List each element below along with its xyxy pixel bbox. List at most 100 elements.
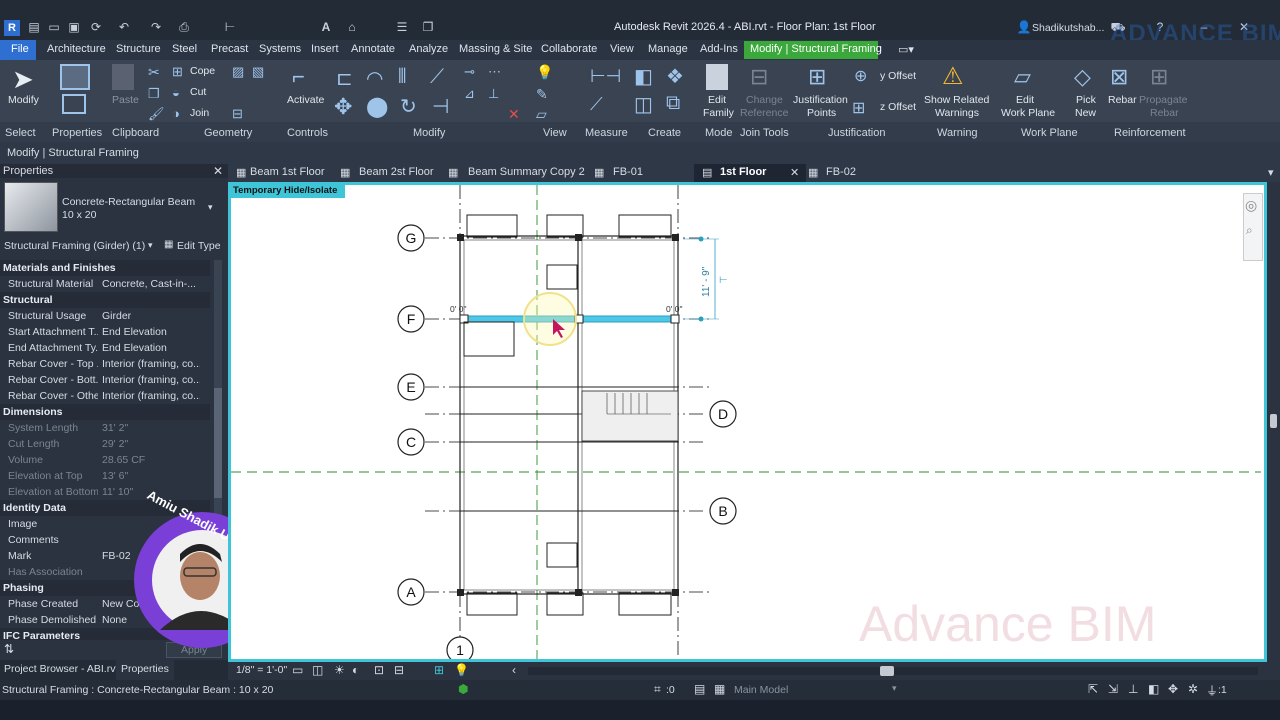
text-icon[interactable]: A [318, 20, 334, 34]
tab-steel[interactable]: Steel [172, 43, 197, 55]
scale-icon[interactable]: ⊿ [464, 86, 475, 102]
view-tab-1st-floor[interactable]: 1st Floor [720, 166, 766, 178]
prop-rebar-cover-top[interactable]: Rebar Cover - Top ... Interior (framing, … [0, 356, 210, 372]
justification-points-icon[interactable]: ⊞ [808, 64, 826, 90]
tab-structure[interactable]: Structure [116, 43, 161, 55]
instance-filter[interactable]: Structural Framing (Girder) (1) [4, 240, 145, 252]
type-properties-icon[interactable] [62, 94, 86, 114]
column[interactable] [457, 234, 464, 241]
prop-end-attachment[interactable]: End Attachment Ty... End Elevation [0, 340, 210, 356]
crop-view-icon[interactable]: ⊡ [374, 663, 384, 677]
view-tab-beam-1st-floor[interactable]: Beam 1st Floor [250, 166, 325, 178]
show-related-warnings-label-2[interactable]: Warnings [935, 107, 979, 119]
undo-icon[interactable]: ↶ [116, 20, 132, 34]
redo-icon[interactable]: ↷ [148, 20, 164, 34]
edit-work-plane-icon[interactable]: ▱ [1014, 64, 1031, 90]
section-dimensions[interactable]: Dimensions [0, 404, 210, 420]
temporary-hide-icon[interactable]: ⊞ [434, 663, 444, 677]
worksharing-icon[interactable]: ⬢ [458, 682, 468, 696]
warning-icon[interactable]: ⚠ [942, 62, 964, 91]
tab-modify-structural-framing-label[interactable]: Modify | Structural Framing [750, 43, 882, 55]
prop-value[interactable]: Interior (framing, co... [102, 390, 200, 402]
visual-style-icon[interactable]: ◫ [312, 663, 323, 677]
close-tab-icon[interactable]: ✕ [790, 166, 799, 179]
model-dropdown-icon[interactable]: ▾ [892, 683, 897, 694]
view-tab-fb-01[interactable]: FB-01 [613, 166, 643, 178]
prop-structural-material[interactable]: Structural Material Concrete, Cast-in-... [0, 276, 210, 292]
vertical-scrollbar[interactable] [1267, 182, 1280, 662]
steering-wheel-icon[interactable]: ◎ [1245, 197, 1257, 214]
y-offset-button[interactable]: y Offset [880, 70, 916, 82]
tab-architecture[interactable]: Architecture [47, 43, 106, 55]
filter-dropdown-icon[interactable]: ▾ [148, 240, 153, 251]
create-similar-icon[interactable]: ⧉ [666, 92, 680, 115]
create-assembly-icon[interactable]: ◫ [634, 92, 653, 117]
prop-value[interactable]: Interior (framing, co... [102, 374, 200, 386]
tab-view[interactable]: View [610, 43, 634, 55]
type-size[interactable]: 10 x 20 [62, 209, 96, 221]
vertical-scroll-thumb[interactable] [1270, 414, 1277, 428]
z-offset-button[interactable]: z Offset [880, 101, 916, 113]
cope-icon[interactable]: ⊞ [172, 64, 183, 80]
section-structural[interactable]: Structural [0, 292, 210, 308]
edit-type-icon[interactable]: ▦ [164, 239, 173, 250]
rebar-icon[interactable]: ⊠ [1110, 64, 1128, 90]
model-selector[interactable]: Main Model [734, 684, 788, 696]
cope-button[interactable]: Cope [190, 65, 215, 77]
move-icon[interactable]: ✥ [334, 94, 352, 120]
close-hidden-icon[interactable]: ☰ [394, 20, 410, 34]
open-icon[interactable]: ▭ [46, 20, 62, 34]
drawing-canvas[interactable]: Temporary Hide/Isolate 11' - 9" 0' 0" 0'… [228, 182, 1267, 662]
create-part-icon[interactable]: ◧ [634, 64, 653, 89]
y-offset-icon[interactable]: ⊕ [854, 66, 867, 86]
edit-type-button[interactable]: Edit Type [177, 240, 221, 252]
view-override-icon[interactable]: ✎ [536, 86, 548, 103]
modify-cursor-icon[interactable]: ➤ [12, 64, 34, 95]
tab-analyze[interactable]: Analyze [409, 43, 448, 55]
tab-massing-site[interactable]: Massing & Site [459, 43, 532, 55]
join-icon[interactable]: ◑ [172, 106, 180, 121]
filter-icon[interactable]: ⏚ [1206, 682, 1218, 699]
view-linework-icon[interactable]: ▱ [536, 106, 547, 123]
view-tab-fb-02[interactable]: FB-02 [826, 166, 856, 178]
tab-overflow-icon[interactable]: ▾ [1268, 166, 1274, 179]
user-icon[interactable]: 👤 [1016, 20, 1032, 34]
prop-structural-usage[interactable]: Structural Usage Girder [0, 308, 210, 324]
tab-systems[interactable]: Systems [259, 43, 301, 55]
select-underlay-icon[interactable]: ⇲ [1108, 682, 1118, 696]
mirror-axis-icon[interactable]: ⫴ [398, 66, 406, 89]
show-related-warnings-label-1[interactable]: Show Related [924, 94, 989, 106]
delete-icon[interactable]: ✕ [508, 106, 520, 123]
tab-collaborate[interactable]: Collaborate [541, 43, 597, 55]
prop-value[interactable]: Interior (framing, co... [102, 358, 200, 370]
home-icon[interactable]: ⌂ [344, 20, 360, 34]
view-hide-icon[interactable]: 💡 [536, 64, 553, 81]
match-icon[interactable]: 🖌 [148, 106, 165, 122]
tab-add-ins[interactable]: Add-Ins [700, 43, 738, 55]
prop-start-attachment[interactable]: Start Attachment T... End Elevation [0, 324, 210, 340]
column[interactable] [672, 589, 679, 596]
tab-insert[interactable]: Insert [311, 43, 339, 55]
tab-manage[interactable]: Manage [648, 43, 688, 55]
new-file-icon[interactable]: ▤ [26, 20, 42, 34]
split-icon[interactable]: ⊸ [464, 64, 475, 80]
copy-element-icon[interactable]: ⬤ [366, 94, 388, 119]
horizontal-scroll-thumb[interactable] [880, 666, 894, 676]
detail-level-icon[interactable]: ▭ [292, 663, 303, 677]
edit-work-plane-label-2[interactable]: Work Plane [1001, 107, 1055, 119]
select-links-icon[interactable]: ⇱ [1088, 682, 1098, 696]
offset-right-text[interactable]: 0' 0" [666, 304, 682, 314]
type-name[interactable]: Concrete-Rectangular Beam [62, 196, 195, 208]
properties-icon[interactable] [60, 64, 90, 90]
column[interactable] [457, 589, 464, 596]
activate-icon[interactable]: ⌐ [292, 64, 305, 90]
cut-geometry-icon[interactable]: ◒ [172, 85, 180, 100]
prop-rebar-cover-bottom[interactable]: Rebar Cover - Bott... Interior (framing, … [0, 372, 210, 388]
view-scale[interactable]: 1/8" = 1'-0" [236, 664, 287, 676]
dimension-grip[interactable] [698, 236, 704, 242]
print-icon[interactable]: ⎙ [176, 20, 192, 34]
prop-value[interactable]: End Elevation [102, 342, 200, 354]
mirror-draw-icon[interactable]: ⟋ [430, 66, 444, 89]
dimension-lock-icon[interactable]: ⊢ [719, 275, 728, 286]
close-properties-icon[interactable]: ✕ [213, 164, 223, 178]
